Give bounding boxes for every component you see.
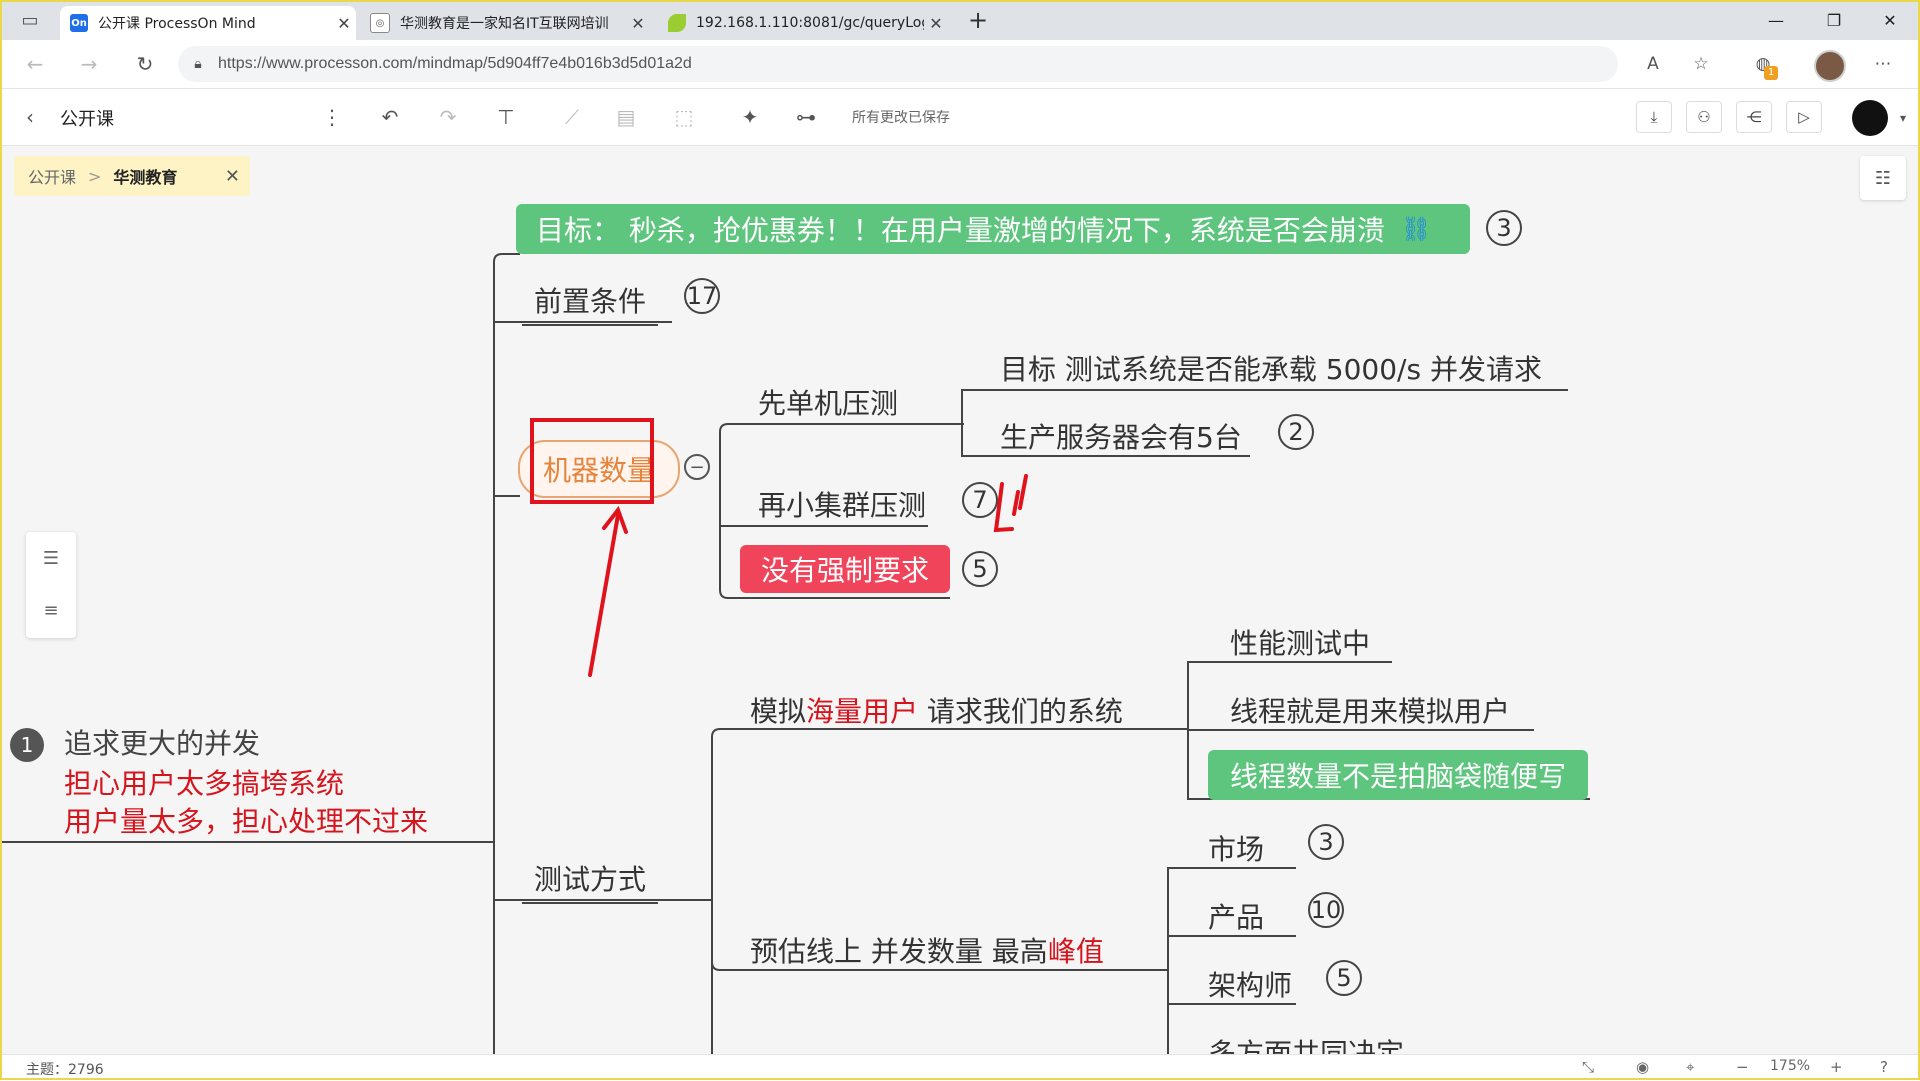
fit-screen-icon[interactable]: ⤡	[1582, 1058, 1594, 1076]
zoom-in-icon[interactable]: +	[1830, 1058, 1843, 1076]
zoom-level: 175%	[1770, 1058, 1811, 1074]
location-pin-icon[interactable]: ⌖	[1686, 1058, 1694, 1076]
annotation-strokes	[588, 474, 1028, 677]
help-icon[interactable]: ?	[1880, 1058, 1888, 1076]
zoom-out-icon[interactable]: −	[1736, 1058, 1749, 1076]
annotation-arrow-line	[588, 513, 620, 677]
annotation-scribble	[993, 482, 1014, 533]
status-bar: 主题：2796 ⤡ ◉ ⌖ − 175% + ?	[0, 1054, 1920, 1081]
topic-count: 主题：2796	[26, 1062, 104, 1078]
eye-icon[interactable]: ◉	[1636, 1058, 1649, 1076]
annotation-scribble	[1012, 490, 1020, 516]
annotation-scribble	[1018, 474, 1028, 510]
